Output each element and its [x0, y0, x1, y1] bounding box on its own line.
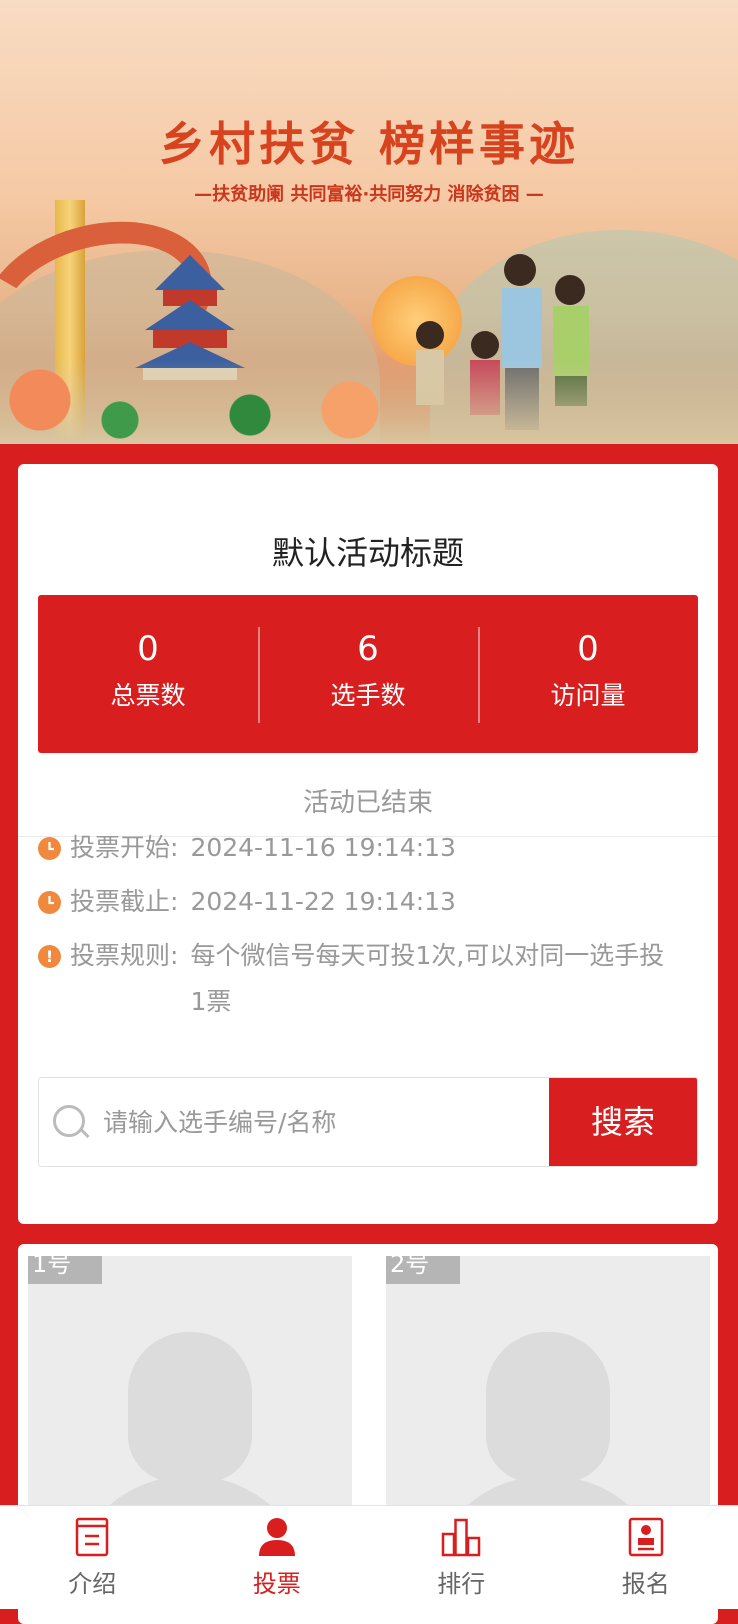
search-icon	[53, 1105, 85, 1137]
vote-end-row: 投票截止: 2024-11-22 19:14:13	[38, 879, 670, 925]
bar-chart-icon	[440, 1516, 482, 1558]
tab-ranking[interactable]: 排行	[369, 1506, 554, 1609]
vote-rule-row: ! 投票规则: 每个微信号每天可投1次,可以对同一选手投1票	[38, 933, 670, 1025]
banner-subtitle: —扶贫助阑 共同富裕·共同努力 消除贫困 —	[0, 180, 738, 206]
stat-label: 选手数	[258, 681, 478, 711]
stats-panel: 0 总票数 6 选手数 0 访问量	[38, 595, 698, 753]
vote-end-label: 投票截止:	[70, 879, 178, 925]
vote-start-label: 投票开始:	[70, 825, 178, 871]
vote-rule-label: 投票规则:	[70, 933, 178, 1025]
stat-contestants: 6 选手数	[258, 595, 478, 753]
stat-label: 总票数	[38, 681, 258, 711]
vote-rule-value: 每个微信号每天可投1次,可以对同一选手投1票	[190, 933, 670, 1025]
tab-label: 排行	[369, 1564, 554, 1599]
avatar-placeholder	[486, 1332, 610, 1482]
bottom-tab-bar: 介绍 投票 排行 报名	[0, 1505, 738, 1609]
candidate-number-badge: 2号	[386, 1256, 460, 1284]
tab-intro[interactable]: 介绍	[0, 1506, 185, 1609]
search-bar: 搜索	[38, 1077, 698, 1167]
activity-title: 默认活动标题	[18, 528, 718, 574]
stat-total-votes: 0 总票数	[38, 595, 258, 753]
stat-value: 0	[38, 629, 258, 669]
exclamation-icon: !	[38, 945, 61, 968]
banner-flowers	[0, 360, 738, 444]
stat-visits: 0 访问量	[478, 595, 698, 753]
avatar-placeholder	[128, 1332, 252, 1482]
vote-start-row: 投票开始: 2024-11-16 19:14:13	[38, 825, 670, 871]
tab-label: 投票	[185, 1564, 370, 1599]
clock-icon	[38, 837, 61, 860]
tab-signup[interactable]: 报名	[554, 1506, 738, 1609]
banner-title: 乡村扶贫 榜样事迹	[0, 108, 738, 174]
vote-start-value: 2024-11-16 19:14:13	[190, 825, 670, 871]
clock-icon	[38, 891, 61, 914]
tab-vote[interactable]: 投票	[185, 1506, 370, 1609]
stat-value: 6	[258, 629, 478, 669]
vote-end-value: 2024-11-22 19:14:13	[190, 879, 670, 925]
candidate-number-badge: 1号	[28, 1256, 102, 1284]
user-icon	[256, 1516, 298, 1558]
id-card-icon	[625, 1516, 667, 1558]
search-input[interactable]	[101, 1078, 525, 1166]
document-icon	[71, 1516, 113, 1558]
search-button[interactable]: 搜索	[549, 1078, 697, 1166]
tab-label: 介绍	[0, 1564, 185, 1599]
banner-image: 乡村扶贫 榜样事迹 —扶贫助阑 共同富裕·共同努力 消除贫困 —	[0, 0, 738, 444]
tab-label: 报名	[554, 1564, 738, 1599]
stat-value: 0	[478, 629, 698, 669]
activity-card: 默认活动标题 0 总票数 6 选手数 0 访问量 活动已结束 投票开始: 202…	[18, 464, 718, 1224]
stat-label: 访问量	[478, 681, 698, 711]
activity-status: 活动已结束	[18, 782, 718, 819]
